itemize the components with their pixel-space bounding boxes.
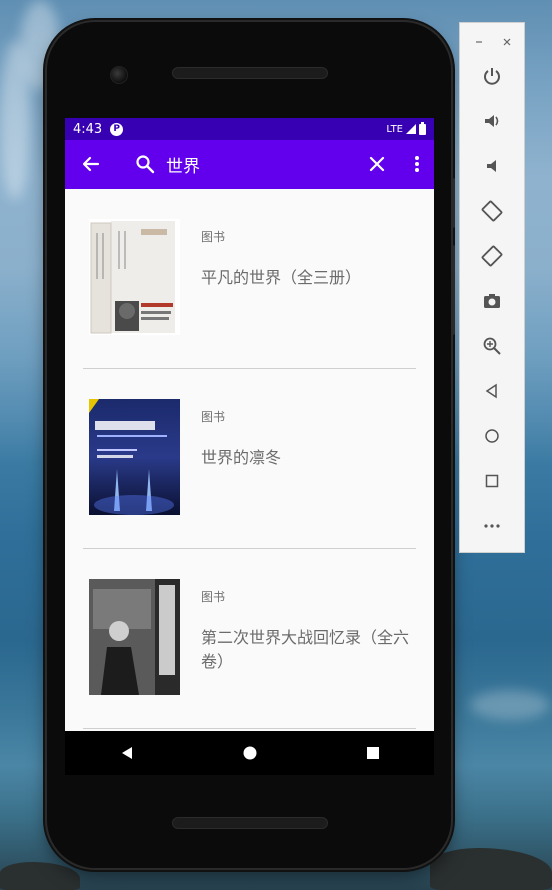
emulator-toolbar [459, 22, 525, 553]
close-icon[interactable] [365, 152, 389, 176]
home-icon[interactable] [460, 421, 524, 451]
status-bar: 4:43 P LTE [65, 118, 434, 140]
rotate-right-icon[interactable] [460, 241, 524, 271]
book-cover-image [89, 399, 180, 515]
result-title: 平凡的世界（全三册） [201, 268, 362, 287]
result-category: 图书 [201, 590, 226, 604]
more-vert-icon[interactable] [407, 152, 427, 176]
back-icon[interactable] [460, 376, 524, 406]
list-item[interactable]: 图书 第二次世界大战回忆录（全六卷） [65, 549, 434, 729]
close-icon[interactable] [491, 27, 523, 57]
phone-screen: 4:43 P LTE 世界 图书 平凡的世界（全三册） 图书 世界的凛冬 图书 … [65, 118, 434, 731]
notification-p-icon: P [110, 122, 124, 136]
desktop-background: 4:43 P LTE 世界 图书 平凡的世界（全三册） 图书 世界的凛冬 图书 … [0, 0, 552, 890]
search-icon [133, 152, 157, 176]
volume-down-icon[interactable] [460, 151, 524, 181]
more-icon[interactable] [460, 511, 524, 541]
system-nav-bar [65, 731, 434, 775]
bottom-speaker [172, 817, 328, 829]
volume-up-icon[interactable] [460, 106, 524, 136]
rotate-left-icon[interactable] [460, 196, 524, 226]
result-title: 世界的凛冬 [201, 448, 282, 467]
status-time: 4:43 [73, 121, 103, 137]
result-category: 图书 [201, 410, 226, 424]
phone-side-button [451, 178, 455, 228]
phone-volume-button [451, 245, 455, 335]
book-cover-image [89, 219, 180, 335]
top-speaker [172, 67, 328, 79]
front-camera [110, 66, 128, 84]
list-item[interactable]: 图书 世界的凛冬 [65, 369, 434, 549]
search-app-bar: 世界 [65, 140, 434, 189]
power-icon[interactable] [460, 61, 524, 91]
divider [83, 728, 416, 729]
camera-icon[interactable] [460, 286, 524, 316]
recents-square-icon[interactable] [366, 746, 380, 760]
list-item[interactable]: 图书 平凡的世界（全三册） [65, 189, 434, 369]
result-title: 第二次世界大战回忆录（全六卷） [201, 628, 410, 671]
zoom-icon[interactable] [460, 331, 524, 361]
home-circle-icon[interactable] [242, 745, 258, 761]
network-label: LTE [386, 123, 403, 135]
book-cover-image [89, 579, 180, 695]
search-query-input[interactable]: 世界 [166, 152, 200, 177]
overview-icon[interactable] [460, 466, 524, 496]
back-triangle-icon[interactable] [119, 745, 135, 761]
battery-icon [419, 121, 426, 135]
result-category: 图书 [201, 230, 226, 244]
back-arrow-icon[interactable] [79, 152, 103, 176]
signal-icon [406, 124, 416, 134]
